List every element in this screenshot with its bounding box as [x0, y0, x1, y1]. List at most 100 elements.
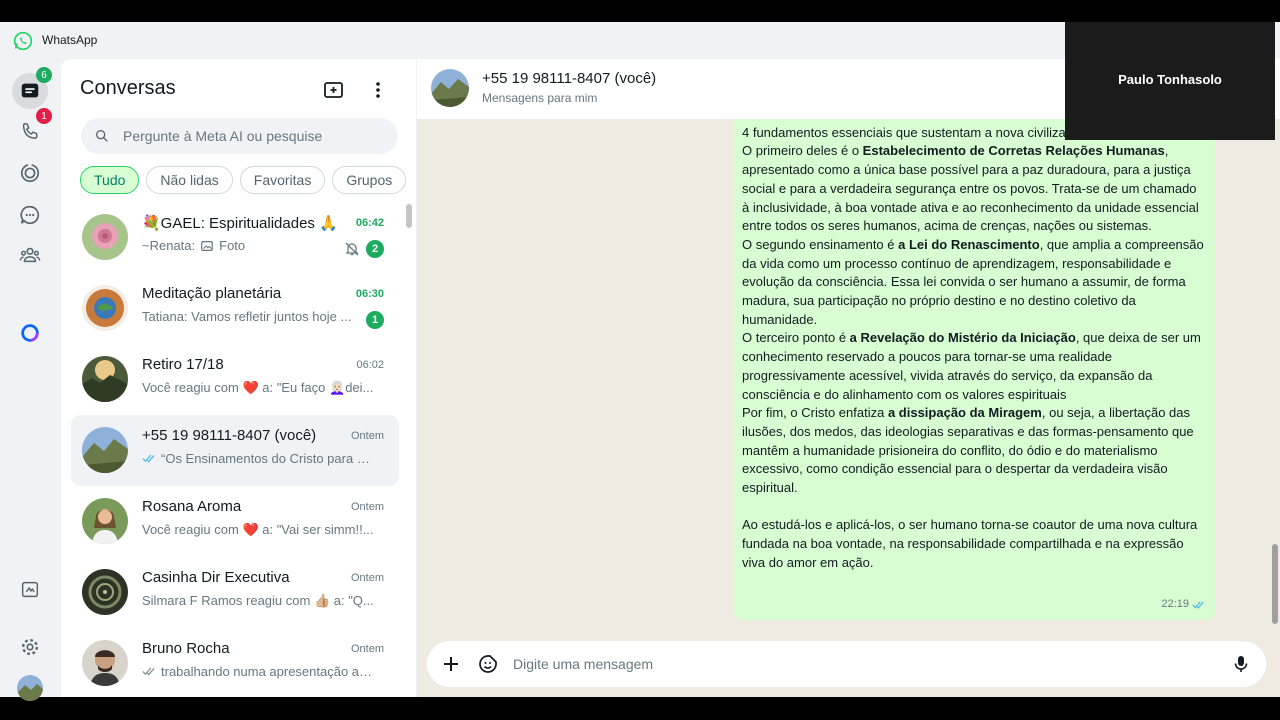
chat-item-self[interactable]: +55 19 98111-8407 (você) Ontem “Os Ensin…	[71, 415, 399, 486]
navigation-rail: 6 1	[0, 59, 60, 701]
outgoing-message-bubble[interactable]: 4 fundamentos essenciais que sustentam a…	[734, 119, 1215, 620]
message-paragraph: O segundo ensinamento é a Lei do Renasci…	[742, 236, 1204, 327]
chat-item-casinha[interactable]: Casinha Dir Executiva Ontem Silmara F Ra…	[71, 557, 399, 628]
contact-name: +55 19 98111-8407 (você)	[482, 70, 657, 87]
status-nav-button[interactable]	[12, 155, 48, 191]
message-paragraph: O primeiro deles é o Estabelecimento de …	[742, 143, 1199, 234]
channels-icon	[20, 205, 40, 225]
avatar	[82, 640, 128, 686]
chat-item-bruno[interactable]: Bruno Rocha Ontem trabalhando numa apres…	[71, 628, 399, 697]
message-paragraph: O terceiro ponto é a Revelação do Mistér…	[742, 330, 1201, 402]
chat-name: Retiro 17/18	[142, 356, 224, 373]
contact-subtitle: Mensagens para mim	[482, 91, 598, 105]
chat-name: 💐GAEL: Espiritualidades 🙏	[142, 215, 338, 232]
chat-time: 06:42	[355, 217, 384, 229]
preview-text: Foto	[219, 238, 246, 253]
meta-ai-icon	[21, 324, 39, 342]
microphone-icon[interactable]	[1231, 654, 1251, 674]
read-receipt-icon	[142, 454, 155, 463]
muted-icon	[345, 242, 359, 256]
contact-avatar[interactable]	[431, 69, 469, 107]
search-input[interactable]: Pergunte à Meta AI ou pesquise	[81, 118, 398, 154]
meta-ai-nav-button[interactable]	[12, 315, 48, 351]
whatsapp-logo-icon	[13, 31, 33, 51]
message-meta: 22:19	[1161, 595, 1207, 614]
calls-nav-button[interactable]: 1	[12, 108, 52, 150]
chat-item-retiro[interactable]: Retiro 17/18 06:02 Você reagiu com ❤️ a:…	[71, 344, 399, 415]
chat-name: Casinha Dir Executiva	[142, 569, 290, 586]
chat-preview: Tatiana: Vamos refletir juntos hoje ...	[142, 309, 377, 324]
message-paragraph: Ao estudá-los e aplicá-los, o ser humano…	[742, 517, 1198, 570]
media-nav-button[interactable]	[12, 572, 48, 608]
chat-item-rosana[interactable]: Rosana Aroma Ontem Você reagiu com ❤️ a:…	[71, 486, 399, 557]
chat-list-panel: Conversas Pergunte à Meta AI ou pesquise…	[61, 59, 416, 697]
chat-list: 💐GAEL: Espiritualidades 🙏 06:42 ~Renata:…	[71, 202, 399, 697]
channels-nav-button[interactable]	[12, 197, 48, 233]
chat-item-meditacao[interactable]: Meditação planetária 06:30 Tatiana: Vamo…	[71, 273, 399, 344]
avatar	[82, 285, 128, 331]
filter-unread[interactable]: Não lidas	[146, 166, 233, 194]
preview-text: Você reagiu com ❤️ a: "Vai ser simm!!...	[142, 522, 374, 537]
avatar	[82, 356, 128, 402]
chats-unread-badge: 6	[36, 67, 52, 83]
filter-chips: Tudo Não lidas Favoritas Grupos	[80, 166, 407, 194]
preview-text: Silmara F Ramos reagiu com 👍🏼 a: "Q...	[142, 593, 374, 608]
search-placeholder: Pergunte à Meta AI ou pesquise	[123, 128, 323, 144]
chat-item-gael[interactable]: 💐GAEL: Espiritualidades 🙏 06:42 ~Renata:…	[71, 202, 399, 273]
menu-icon[interactable]	[366, 78, 390, 102]
media-icon	[21, 581, 39, 598]
panel-title: Conversas	[80, 77, 176, 99]
message-area: 4 fundamentos essenciais que sustentam a…	[417, 119, 1280, 637]
attach-plus-icon[interactable]	[441, 654, 461, 674]
avatar	[82, 569, 128, 615]
app-name: WhatsApp	[42, 33, 98, 47]
chat-preview: Você reagiu com ❤️ a: "Eu faço 👩🏻‍🦳dei..…	[142, 380, 377, 396]
chats-nav-button[interactable]: 6	[12, 67, 52, 109]
chat-list-scrollbar[interactable]	[406, 204, 412, 228]
conversation-panel: +55 19 98111-8407 (você) Mensagens para …	[417, 59, 1280, 697]
avatar	[82, 214, 128, 260]
sender-name: ~Renata:	[142, 238, 196, 253]
profile-avatar	[17, 675, 43, 701]
chat-time: Ontem	[350, 572, 384, 584]
message-time: 22:19	[1161, 598, 1189, 611]
chat-name: Rosana Aroma	[142, 498, 242, 515]
video-call-overlay: Paulo Tonhasolo	[1065, 22, 1275, 140]
avatar	[82, 498, 128, 544]
preview-text: trabalhando numa apresentação ag...	[161, 664, 377, 679]
settings-icon	[21, 638, 39, 656]
message-paragraph: Por fim, o Cristo enfatiza a dissipação …	[742, 405, 1194, 496]
sticker-icon[interactable]	[478, 654, 498, 674]
message-input[interactable]: Digite uma mensagem	[513, 656, 653, 672]
photo-icon	[201, 240, 213, 251]
phone-icon	[22, 123, 38, 139]
chat-preview: “Os Ensinamentos do Cristo para a ...	[142, 451, 377, 466]
filter-groups[interactable]: Grupos	[332, 166, 407, 194]
settings-nav-button[interactable]	[12, 629, 48, 665]
new-chat-icon[interactable]	[322, 78, 346, 102]
communities-nav-button[interactable]	[12, 237, 48, 273]
conversation-scrollbar[interactable]	[1272, 544, 1278, 624]
calls-missed-badge: 1	[36, 108, 52, 124]
participant-name: Paulo Tonhasolo	[1118, 72, 1222, 87]
read-receipt-icon	[1192, 600, 1204, 609]
avatar	[82, 427, 128, 473]
chat-name: +55 19 98111-8407 (você)	[142, 427, 317, 444]
chat-preview: Silmara F Ramos reagiu com 👍🏼 a: "Q...	[142, 593, 377, 609]
filter-all[interactable]: Tudo	[80, 166, 140, 194]
chat-preview: Você reagiu com ❤️ a: "Vai ser simm!!...	[142, 522, 377, 538]
chat-preview: trabalhando numa apresentação ag...	[142, 664, 377, 679]
profile-nav-button[interactable]	[12, 670, 48, 706]
communities-icon	[19, 247, 41, 263]
chat-time: Ontem	[350, 643, 384, 655]
unread-count-badge: 1	[366, 311, 384, 329]
status-icon	[20, 163, 40, 183]
sent-receipt-icon	[142, 667, 155, 676]
search-icon	[96, 130, 108, 142]
chat-name: Meditação planetária	[142, 285, 282, 302]
preview-text: Você reagiu com ❤️ a: "Eu faço 👩🏻‍🦳dei..…	[142, 380, 374, 395]
chat-preview: ~Renata: Foto	[142, 238, 377, 253]
message-composer: Digite uma mensagem	[427, 641, 1266, 687]
filter-favorites[interactable]: Favoritas	[239, 166, 326, 194]
chats-icon	[21, 83, 39, 98]
